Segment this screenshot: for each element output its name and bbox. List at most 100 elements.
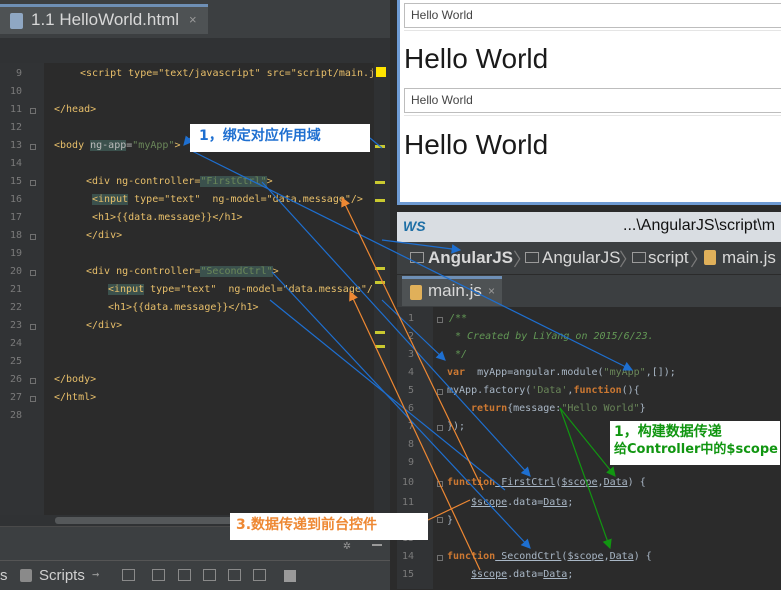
code-line-20: <div ng-controller="SecondCtrl"> xyxy=(86,266,279,277)
line-number: 26 xyxy=(9,374,22,385)
breadcrumb-folder[interactable]: AngularJS xyxy=(542,248,620,268)
fold-marker-icon[interactable] xyxy=(437,481,443,487)
line-number: 22 xyxy=(9,302,22,313)
callout-bind-scope: 1，绑定对应作用域 xyxy=(190,124,370,152)
line-number: 6 xyxy=(407,403,414,414)
filter-icon[interactable] xyxy=(228,569,241,581)
code-token: function xyxy=(447,551,496,562)
breadcrumb-file[interactable]: main.js xyxy=(722,248,776,268)
fold-marker-icon[interactable] xyxy=(30,108,36,114)
fold-marker-icon[interactable] xyxy=(437,317,443,323)
fold-marker-icon[interactable] xyxy=(30,270,36,276)
stop-icon[interactable] xyxy=(284,570,296,582)
line-number: 21 xyxy=(9,284,22,295)
close-icon[interactable]: × xyxy=(488,284,495,298)
code-token: "myApp" xyxy=(603,367,646,378)
line-number: 17 xyxy=(9,212,22,223)
left-marker-bar[interactable] xyxy=(374,63,390,526)
breadcrumb-project[interactable]: AngularJS xyxy=(428,248,513,268)
error-stripe-mark[interactable] xyxy=(375,267,385,270)
code-line-18: </div> xyxy=(86,230,122,241)
message-input-1[interactable]: Hello World xyxy=(404,3,781,28)
line-number: 28 xyxy=(9,410,22,421)
gear-icon[interactable]: ✲ xyxy=(343,538,351,553)
tab-helloworld-html[interactable]: 1.1 HelloWorld.html × xyxy=(0,4,208,34)
line-number: 18 xyxy=(9,230,22,241)
code-line-13: <body ng-app="myApp"> xyxy=(54,140,180,151)
code-token: > xyxy=(174,140,181,151)
error-stripe-mark[interactable] xyxy=(375,145,385,148)
sort-icon[interactable] xyxy=(253,569,266,581)
folder-icon xyxy=(525,252,539,263)
close-icon[interactable]: × xyxy=(189,12,197,27)
js-line-1: /** xyxy=(449,313,467,324)
line-number: 2 xyxy=(407,331,414,342)
code-token: type="text" ng-model="data.message"/> xyxy=(128,194,363,205)
code-token: <script type="text/javascript" src="scri… xyxy=(80,68,376,79)
warning-marker-icon[interactable] xyxy=(376,67,386,77)
fold-marker-icon[interactable] xyxy=(30,396,36,402)
tab-title: main.js xyxy=(428,281,482,300)
scrollbar-thumb[interactable] xyxy=(55,517,255,524)
code-line-9: <script type="text/javascript" src="scri… xyxy=(80,68,375,79)
code-line-15: <div ng-controller="FirstCtrl"> xyxy=(86,176,273,187)
fold-marker-icon[interactable] xyxy=(437,425,443,431)
code-token: function xyxy=(573,385,622,396)
code-token: <h1>{{data.message}}</h1> xyxy=(92,212,243,223)
fold-marker-icon[interactable] xyxy=(30,378,36,384)
message-input-2[interactable]: Hello World xyxy=(404,88,781,113)
code-token: * Created by LiYang on 2015/6/23. xyxy=(449,331,654,342)
code-token: <body xyxy=(54,140,91,151)
line-number: 7 xyxy=(407,421,414,432)
line-number: 11 xyxy=(401,497,414,508)
divider xyxy=(404,30,781,31)
code-token: <div ng-controller= xyxy=(86,176,201,187)
error-stripe-mark[interactable] xyxy=(375,281,385,284)
ng-app-attribute: ng-app xyxy=(90,140,127,151)
line-number: 27 xyxy=(9,392,22,403)
code-token: }); xyxy=(447,421,466,432)
tab-main-js[interactable]: main.js × xyxy=(402,276,502,306)
code-token: > xyxy=(266,176,273,187)
collapse-icon[interactable] xyxy=(203,569,216,581)
tree-icon[interactable] xyxy=(152,569,165,581)
line-number: 16 xyxy=(9,194,22,205)
error-stripe-mark[interactable] xyxy=(375,199,385,202)
error-stripe-mark[interactable] xyxy=(375,181,385,184)
pin-icon[interactable]: → xyxy=(92,567,99,581)
fold-marker-icon[interactable] xyxy=(30,180,36,186)
code-token: return xyxy=(471,403,508,414)
fold-marker-icon[interactable] xyxy=(30,324,36,330)
divider xyxy=(404,115,781,116)
tab-scripts[interactable]: Scripts xyxy=(39,567,85,584)
line-number: 11 xyxy=(9,104,22,115)
callout-line: 1，构建数据传递 xyxy=(614,424,722,440)
line-number: 14 xyxy=(401,551,414,562)
tab-partial[interactable]: s xyxy=(0,567,8,584)
js-line-15: $scope.data=Data; xyxy=(471,569,573,580)
fold-marker-icon[interactable] xyxy=(437,389,443,395)
expand-icon[interactable] xyxy=(178,569,191,581)
js-file-icon xyxy=(704,250,716,265)
minimize-icon[interactable] xyxy=(372,544,382,546)
fold-marker-icon[interactable] xyxy=(437,517,443,523)
code-token: /** xyxy=(449,313,468,324)
code-token: </div> xyxy=(86,320,123,331)
code-token: } xyxy=(447,515,454,526)
breadcrumb-script[interactable]: script xyxy=(648,248,689,268)
folder-icon xyxy=(410,252,424,263)
code-token: .data= xyxy=(507,569,544,580)
code-token: $scope xyxy=(471,569,508,580)
code-line-26: </body> xyxy=(54,374,96,385)
list-icon[interactable] xyxy=(122,569,135,581)
fold-marker-icon[interactable] xyxy=(30,234,36,240)
code-token: ; xyxy=(567,569,574,580)
fold-marker-icon[interactable] xyxy=(437,555,443,561)
error-stripe-mark[interactable] xyxy=(375,331,385,334)
first-ctrl-value: "FirstCtrl" xyxy=(200,176,267,187)
fold-marker-icon[interactable] xyxy=(30,144,36,150)
error-stripe-mark[interactable] xyxy=(375,345,385,348)
code-line-21: <input type="text" ng-model="data.messag… xyxy=(108,284,373,295)
code-line-17: <h1>{{data.message}}</h1> xyxy=(92,212,243,223)
input-tag-token: <input xyxy=(92,194,129,205)
